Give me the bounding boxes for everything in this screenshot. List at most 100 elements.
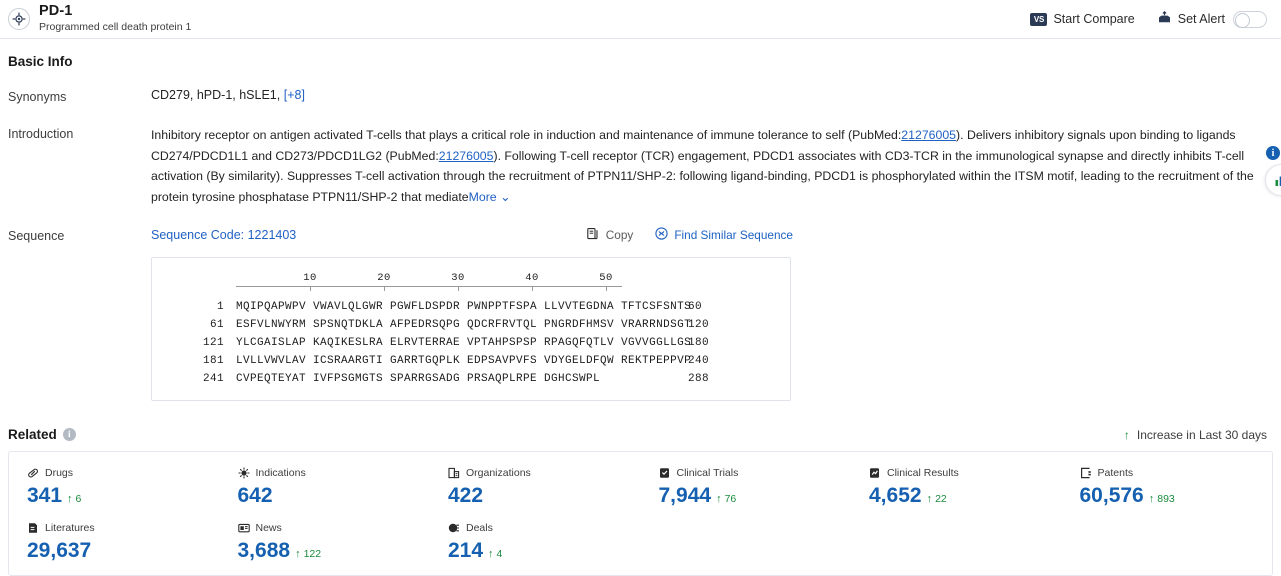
- stat-label-row: Deals: [448, 521, 641, 535]
- copy-button[interactable]: Copy: [587, 227, 634, 243]
- stat-clinical-trials[interactable]: Clinical Trials 7,944 ↑ 76: [641, 466, 852, 509]
- introduction-text: Inhibitory receptor on antigen activated…: [151, 125, 1261, 207]
- stat-delta-value: 6: [75, 493, 82, 505]
- info-icon[interactable]: i: [62, 428, 76, 441]
- sequence-code-link[interactable]: Sequence Code: 1221403: [151, 228, 296, 242]
- stat-label-row: News: [237, 521, 431, 535]
- stat-delta-value: 22: [935, 493, 947, 505]
- sequence-start-index: 121: [202, 337, 224, 349]
- page-title: PD-1: [39, 3, 73, 19]
- ruler-tick-label: 40: [525, 272, 539, 284]
- arrow-up-icon: ↑: [1123, 427, 1130, 442]
- stat-label-row: Drugs: [27, 466, 220, 480]
- ruler-tick-label: 30: [451, 272, 465, 284]
- stat-label-row: Clinical Results: [869, 466, 1062, 480]
- sequence-residues: CVPEQTEYAT IVFPSGMGTS SPARRGSADG PRSAQPL…: [236, 373, 601, 385]
- rail-info-icon[interactable]: i: [1266, 146, 1280, 160]
- stat-delta: ↑ 4: [488, 548, 502, 560]
- synonyms-text: CD279, hPD-1, hSLE1,: [151, 88, 281, 102]
- synonyms-label: Synonyms: [8, 90, 67, 104]
- stat-value-row: 341 ↑ 6: [27, 483, 220, 509]
- pubmed-link-1[interactable]: 21276005: [901, 128, 956, 142]
- pubmed-link-2[interactable]: 21276005: [439, 149, 494, 163]
- ruler-tick: [310, 286, 311, 291]
- stat-organizations[interactable]: Organizations 422: [430, 466, 641, 509]
- stat-patents[interactable]: Patents 60,576 ↑ 893: [1062, 466, 1273, 509]
- ruler-line: [236, 286, 622, 287]
- sequence-end-index: 120: [688, 319, 710, 331]
- stat-deals[interactable]: Deals 214 ↑ 4: [430, 521, 641, 564]
- stat-label: Clinical Results: [887, 467, 959, 479]
- stat-literatures[interactable]: Literatures 29,637: [9, 521, 220, 564]
- building-icon: [448, 467, 460, 479]
- stat-clinical-results[interactable]: Clinical Results 4,652 ↑ 22: [851, 466, 1062, 509]
- sequence-end-index: 180: [688, 337, 710, 349]
- stat-value-row: 4,652 ↑ 22: [869, 483, 1062, 509]
- set-alert-toggle[interactable]: [1233, 10, 1267, 28]
- arrow-up-icon: ↑: [926, 493, 933, 505]
- introduction-more-link[interactable]: More ⌄: [469, 190, 511, 204]
- stat-news[interactable]: News 3,688 ↑ 122: [220, 521, 431, 564]
- copy-label: Copy: [605, 228, 634, 242]
- stat-label: Patents: [1097, 467, 1134, 479]
- stat-number: 29,637: [27, 539, 92, 562]
- page-header: PD-1 Programmed cell death protein 1 VS …: [0, 0, 1281, 39]
- synonyms-row: Synonyms CD279, hPD-1, hSLE1, [+8]: [0, 88, 1281, 104]
- stat-number: 214: [448, 539, 484, 562]
- arrow-up-icon: ↑: [1148, 493, 1155, 505]
- stat-delta-value: 4: [496, 548, 503, 560]
- sequence-label: Sequence: [8, 229, 65, 243]
- synonyms-value: CD279, hPD-1, hSLE1, [+8]: [151, 88, 1281, 104]
- header-actions: VS Start Compare Set Alert: [1030, 10, 1267, 28]
- sequence-start-index: 241: [202, 373, 224, 385]
- bell-alert-icon: [1157, 10, 1172, 28]
- sequence-start-index: 1: [216, 301, 224, 313]
- stat-label: Indications: [255, 467, 306, 479]
- stat-delta: ↑ 22: [927, 493, 947, 505]
- sequence-start-index: 61: [209, 319, 224, 331]
- introduction-row: Introduction Inhibitory receptor on anti…: [0, 125, 1281, 207]
- stat-value-row: 60,576 ↑ 893: [1080, 483, 1273, 509]
- ruler-tick: [532, 286, 533, 291]
- target-icon: [8, 8, 30, 30]
- vs-icon: VS: [1030, 12, 1048, 26]
- sequence-line: 241 CVPEQTEYAT IVFPSGMGTS SPARRGSADG PRS…: [152, 370, 790, 388]
- news-icon: [237, 522, 250, 534]
- sequence-line: 121 YLCGAISLAP KAQIKESLRA ELRVTERRAE VPT…: [152, 334, 790, 352]
- stat-delta-value: 76: [724, 493, 737, 505]
- stat-label: Clinical Trials: [676, 467, 739, 479]
- sequence-end-index: 240: [688, 355, 710, 367]
- synonyms-more-link[interactable]: [+8]: [284, 88, 305, 102]
- stat-label: Literatures: [45, 522, 95, 534]
- page-subtitle: Programmed cell death protein 1: [39, 21, 192, 33]
- increase-note: ↑ Increase in Last 30 days: [1124, 428, 1267, 442]
- sequence-start-index: 181: [202, 355, 224, 367]
- sequence-line: 181 LVLLVWVLAV ICSRAARGTI GARRTGQPLK EDP…: [152, 352, 790, 370]
- sequence-content: Sequence Code: 1221403 Copy Find Similar…: [151, 227, 1281, 401]
- stat-number: 4,652: [869, 484, 922, 507]
- stat-label-row: Literatures: [27, 521, 220, 535]
- bar-chart-button[interactable]: [1265, 164, 1281, 196]
- stat-drugs[interactable]: Drugs 341 ↑ 6: [9, 466, 220, 509]
- stat-label-row: Organizations: [448, 466, 641, 480]
- arrow-up-icon: ↑: [716, 493, 722, 505]
- stat-indications[interactable]: Indications 642: [220, 466, 431, 509]
- find-similar-sequence-button[interactable]: Find Similar Sequence: [655, 227, 793, 243]
- start-compare-button[interactable]: VS Start Compare: [1030, 12, 1135, 26]
- ruler-tick: [606, 286, 607, 291]
- stat-delta-value: 122: [303, 548, 322, 560]
- related-header: Related i ↑ Increase in Last 30 days: [0, 427, 1281, 442]
- stat-number: 642: [237, 484, 273, 507]
- stat-value-row: 214 ↑ 4: [448, 538, 641, 564]
- ruler-tick: [384, 286, 385, 291]
- related-title: Related: [8, 427, 57, 442]
- ruler-tick: [458, 286, 459, 291]
- ruler-numbers: 10 20 30 40 50: [236, 272, 686, 285]
- arrow-up-icon: ↑: [295, 548, 301, 560]
- stat-label-row: Clinical Trials: [659, 466, 852, 480]
- stat-number: 422: [448, 484, 484, 507]
- patent-icon: [1080, 467, 1092, 479]
- arrow-up-icon: ↑: [488, 548, 494, 560]
- set-alert-control[interactable]: Set Alert: [1157, 10, 1267, 28]
- ruler-tick-label: 20: [377, 272, 391, 284]
